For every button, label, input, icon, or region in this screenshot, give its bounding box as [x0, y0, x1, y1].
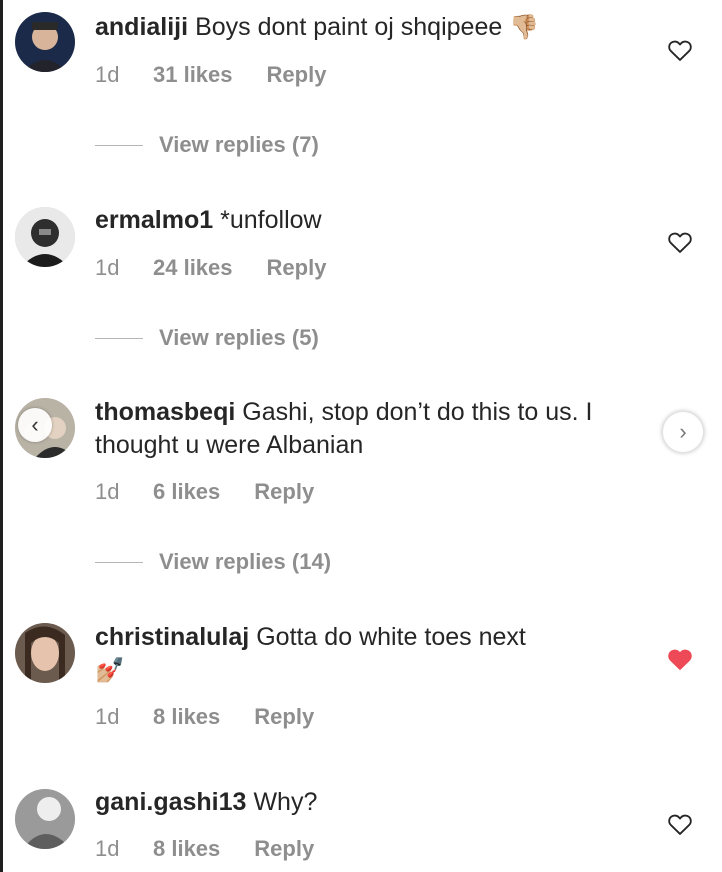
comment-meta: 1d 8 likes Reply: [95, 836, 314, 862]
timestamp: 1d: [95, 62, 120, 87]
view-replies-button[interactable]: View replies (7): [95, 132, 319, 158]
likes-count[interactable]: 24 likes: [153, 255, 233, 281]
likes-count[interactable]: 8 likes: [153, 836, 220, 862]
window-edge: [0, 0, 3, 872]
username[interactable]: ermalmo1: [95, 206, 213, 234]
reply-button[interactable]: Reply: [267, 62, 327, 88]
view-replies-label: View replies (14): [159, 549, 332, 574]
divider-line: [95, 337, 143, 339]
reply-button[interactable]: Reply: [254, 836, 314, 862]
timestamp: 1d: [95, 479, 120, 504]
timestamp: 1d: [95, 704, 120, 729]
comment-text: christinalulaj Gotta do white toes next 💅…: [95, 621, 625, 687]
comment-text: thomasbeqi Gashi, stop don’t do this to u…: [95, 396, 625, 462]
username[interactable]: gani.gashi13: [95, 788, 246, 816]
heart-filled-icon[interactable]: [666, 645, 694, 673]
view-replies-button[interactable]: View replies (5): [95, 325, 319, 351]
chevron-left-icon[interactable]: ‹: [18, 408, 52, 442]
comment-body: *unfollow: [220, 206, 322, 234]
comment-meta: 1d 31 likes Reply: [95, 62, 326, 88]
divider-line: [95, 144, 143, 146]
comment-meta: 1d 6 likes Reply: [95, 479, 314, 505]
comment-meta: 1d 8 likes Reply: [95, 704, 314, 730]
avatar[interactable]: [15, 207, 75, 267]
username[interactable]: thomasbeqi: [95, 398, 235, 426]
thumbs-down-emoji: 👎🏼: [509, 13, 540, 41]
likes-count[interactable]: 31 likes: [153, 62, 233, 88]
nail-polish-emoji: 💅🏼: [95, 656, 125, 684]
view-replies-label: View replies (7): [159, 132, 319, 157]
timestamp: 1d: [95, 255, 120, 280]
likes-count[interactable]: 8 likes: [153, 704, 220, 730]
avatar[interactable]: [15, 12, 75, 72]
heart-outline-icon[interactable]: [666, 36, 694, 64]
chevron-right-icon[interactable]: ›: [662, 411, 704, 453]
reply-button[interactable]: Reply: [267, 255, 327, 281]
view-replies-button[interactable]: View replies (14): [95, 549, 331, 575]
divider-line: [95, 561, 143, 563]
comment-text: andialiji Boys dont paint oj shqipeee 👎🏼: [95, 11, 625, 44]
reply-button[interactable]: Reply: [254, 704, 314, 730]
username[interactable]: christinalulaj: [95, 623, 249, 651]
comment-meta: 1d 24 likes Reply: [95, 255, 326, 281]
avatar[interactable]: [15, 623, 75, 683]
heart-outline-icon[interactable]: [666, 810, 694, 838]
likes-count[interactable]: 6 likes: [153, 479, 220, 505]
comment-body: Boys dont paint oj shqipeee: [195, 13, 503, 41]
view-replies-label: View replies (5): [159, 325, 319, 350]
avatar[interactable]: [15, 789, 75, 849]
reply-button[interactable]: Reply: [254, 479, 314, 505]
comment-body: Gotta do white toes next: [256, 623, 526, 651]
heart-outline-icon[interactable]: [666, 228, 694, 256]
comment-text: ermalmo1 *unfollow: [95, 204, 625, 237]
username[interactable]: andialiji: [95, 13, 188, 41]
comment-body: Why?: [253, 788, 318, 816]
timestamp: 1d: [95, 836, 120, 861]
comment-text: gani.gashi13 Why?: [95, 786, 625, 819]
